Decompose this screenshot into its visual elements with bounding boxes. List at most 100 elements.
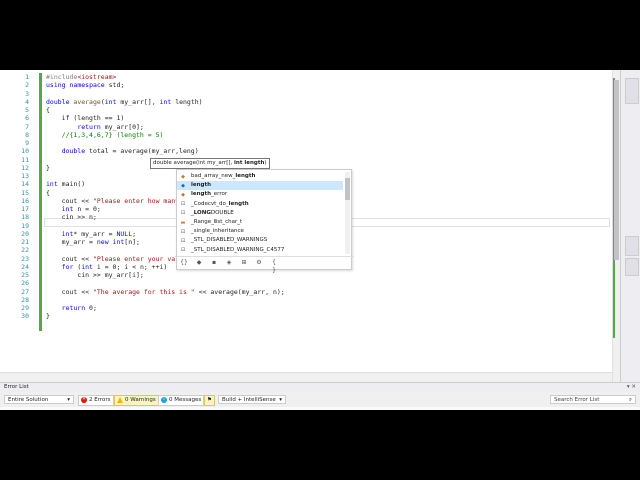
completion-item-label: length <box>191 182 212 189</box>
messages-filter-toggle[interactable]: i0 Messages <box>158 395 205 406</box>
completion-scrollbar[interactable] <box>345 172 350 254</box>
code-token: int <box>159 97 172 106</box>
completion-filter-icon[interactable]: {} <box>180 259 188 267</box>
completion-item[interactable]: ⊡ _Codecvt_do_length <box>177 200 343 209</box>
side-tab-toolbox[interactable] <box>625 258 639 276</box>
code-line[interactable]: #include<iostream> <box>46 73 606 81</box>
code-line[interactable] <box>46 279 606 287</box>
line-number: 30 <box>21 312 29 321</box>
filter-button[interactable]: ⚑ <box>204 395 215 406</box>
class-icon: ◆ <box>181 173 185 180</box>
vertical-scroll-thumb[interactable] <box>614 80 619 260</box>
signature-help-tooltip: double average(int my_arr[], int length) <box>150 158 270 169</box>
completion-item[interactable]: ⊡ _STL_DISABLED_WARNINGS <box>177 236 343 245</box>
code-token: <iostream> <box>77 73 117 81</box>
completion-item-label: _STL_DISABLED_WARNING_C4577 <box>191 246 285 253</box>
side-tab-properties[interactable] <box>625 236 639 256</box>
scope-dropdown[interactable]: Entire Solution ▾ <box>4 395 74 404</box>
line-number: 17 <box>21 205 29 213</box>
completion-item[interactable]: ⊡ _single_inheritance <box>177 227 343 236</box>
code-line[interactable]: double total = average(my_arr,leng) <box>46 147 606 155</box>
code-token: } <box>46 312 50 321</box>
line-number: 15 <box>21 188 29 197</box>
code-token: "Please enter your val <box>92 254 180 263</box>
code-token: int <box>112 238 125 246</box>
line-number: 12 <box>21 163 29 172</box>
completion-item[interactable]: ⊡ _LONGDOUBLE <box>177 209 343 218</box>
line-number: 3 <box>25 89 29 98</box>
code-token: //{1,3,4,6,7} (length = 5) <box>61 130 164 139</box>
code-line[interactable]: return my_arr[0]; <box>46 123 606 131</box>
completion-filter-icon[interactable]: ⚙ <box>255 259 263 267</box>
panel-window-icons[interactable]: ▾ ✕ <box>627 383 636 392</box>
code-line[interactable]: double average(int my_arr[], int length) <box>46 98 606 106</box>
code-line[interactable] <box>46 296 606 304</box>
line-number: 25 <box>21 271 29 279</box>
code-line[interactable] <box>46 156 606 164</box>
completion-filter-icon[interactable]: { } <box>270 259 278 274</box>
completion-item[interactable]: ▬ _Range_list_char_t <box>177 218 343 227</box>
completion-item-label: length_error <box>191 191 228 198</box>
line-number: 7 <box>25 122 29 131</box>
errors-count-label: 2 Errors <box>89 397 111 403</box>
code-line[interactable]: { <box>46 106 606 114</box>
code-token: ; <box>132 229 137 238</box>
code-line[interactable] <box>46 90 606 98</box>
code-token: my_arr[0]; <box>100 122 144 131</box>
error-list-toolbar: Entire Solution ▾ ✕ 2 Errors 0 Warnings i0… <box>0 393 640 407</box>
completion-item[interactable]: ⊡ _STL_DISABLED_WARNING_C4577 <box>177 246 343 255</box>
code-line[interactable]: if (length == 1) <box>46 114 606 122</box>
completion-filter-icon[interactable]: ▪ <box>210 259 218 267</box>
error-list-header <box>0 407 640 410</box>
code-token: int <box>46 180 58 189</box>
side-tool-panel <box>620 70 640 382</box>
completion-filter-icon[interactable]: ◈ <box>225 259 233 267</box>
completion-filter-icon[interactable]: ⊞ <box>240 259 248 267</box>
code-token: } <box>46 163 50 172</box>
code-token: int <box>61 205 74 213</box>
line-number: 21 <box>21 238 29 246</box>
side-tab-solution-explorer[interactable] <box>625 78 639 104</box>
code-token: using <box>46 81 66 90</box>
code-line[interactable]: cout << "The average for this is " << av… <box>46 288 606 296</box>
completion-item-label: _LONGDOUBLE <box>191 209 234 216</box>
errors-filter-toggle[interactable]: ✕ 2 Errors <box>78 395 114 406</box>
completion-item[interactable]: ◆ length <box>177 181 343 191</box>
chevron-down-icon: ▾ <box>67 397 70 403</box>
line-number: 24 <box>21 262 29 271</box>
error-icon: ✕ <box>81 396 87 403</box>
ide-window: 1 2 3 4 5 6 7 8 9 10 11 12 13 14 15 16 17 18 19 20 21 22 23 24 2… <box>0 70 640 410</box>
line-number: 6 <box>25 114 29 123</box>
code-line[interactable] <box>46 139 606 147</box>
code-token: cin >> n; <box>46 213 97 222</box>
warnings-filter-toggle[interactable]: 0 Warnings <box>114 395 159 406</box>
code-token: total = average(my_arr,leng) <box>85 147 199 156</box>
line-number: 28 <box>21 295 29 304</box>
line-number: 23 <box>21 254 29 263</box>
code-token: n = 0; <box>73 205 101 213</box>
class-icon: ◆ <box>181 191 185 198</box>
completion-scroll-thumb[interactable] <box>345 178 350 200</box>
code-line[interactable]: using namespace std; <box>46 81 606 89</box>
code-line[interactable]: //{1,3,4,6,7} (length = 5) <box>46 131 606 139</box>
code-line[interactable]: } <box>46 312 606 320</box>
code-token: cout << <box>46 196 93 205</box>
search-error-list-input[interactable]: Search Error List ⌕ <box>550 395 636 404</box>
signature-suffix: ) <box>264 160 267 166</box>
code-token: for <box>61 262 74 271</box>
code-line[interactable]: cin >> my_arr[i]; <box>46 271 606 279</box>
code-line[interactable]: return 0; <box>46 304 606 312</box>
completion-filter-icon[interactable]: ◆ <box>195 259 203 267</box>
code-token: return <box>61 304 86 312</box>
completion-item[interactable]: ◆ length_error <box>177 190 343 199</box>
code-editor[interactable]: 1 2 3 4 5 6 7 8 9 10 11 12 13 14 15 16 17 18 19 20 21 22 23 24 2… <box>0 70 618 383</box>
change-tracking-bar <box>39 73 42 331</box>
intellisense-completion-list[interactable]: ◆ bad_array_new_length ◆ length ◆ length_erro… <box>176 169 354 274</box>
build-filter-dropdown[interactable]: Build + IntelliSense ▾ <box>218 395 286 404</box>
code-token: i = 0; i < n; ++i) <box>92 262 168 271</box>
code-token: { <box>46 188 50 197</box>
completion-item[interactable]: ◆ bad_array_new_length <box>177 172 343 181</box>
